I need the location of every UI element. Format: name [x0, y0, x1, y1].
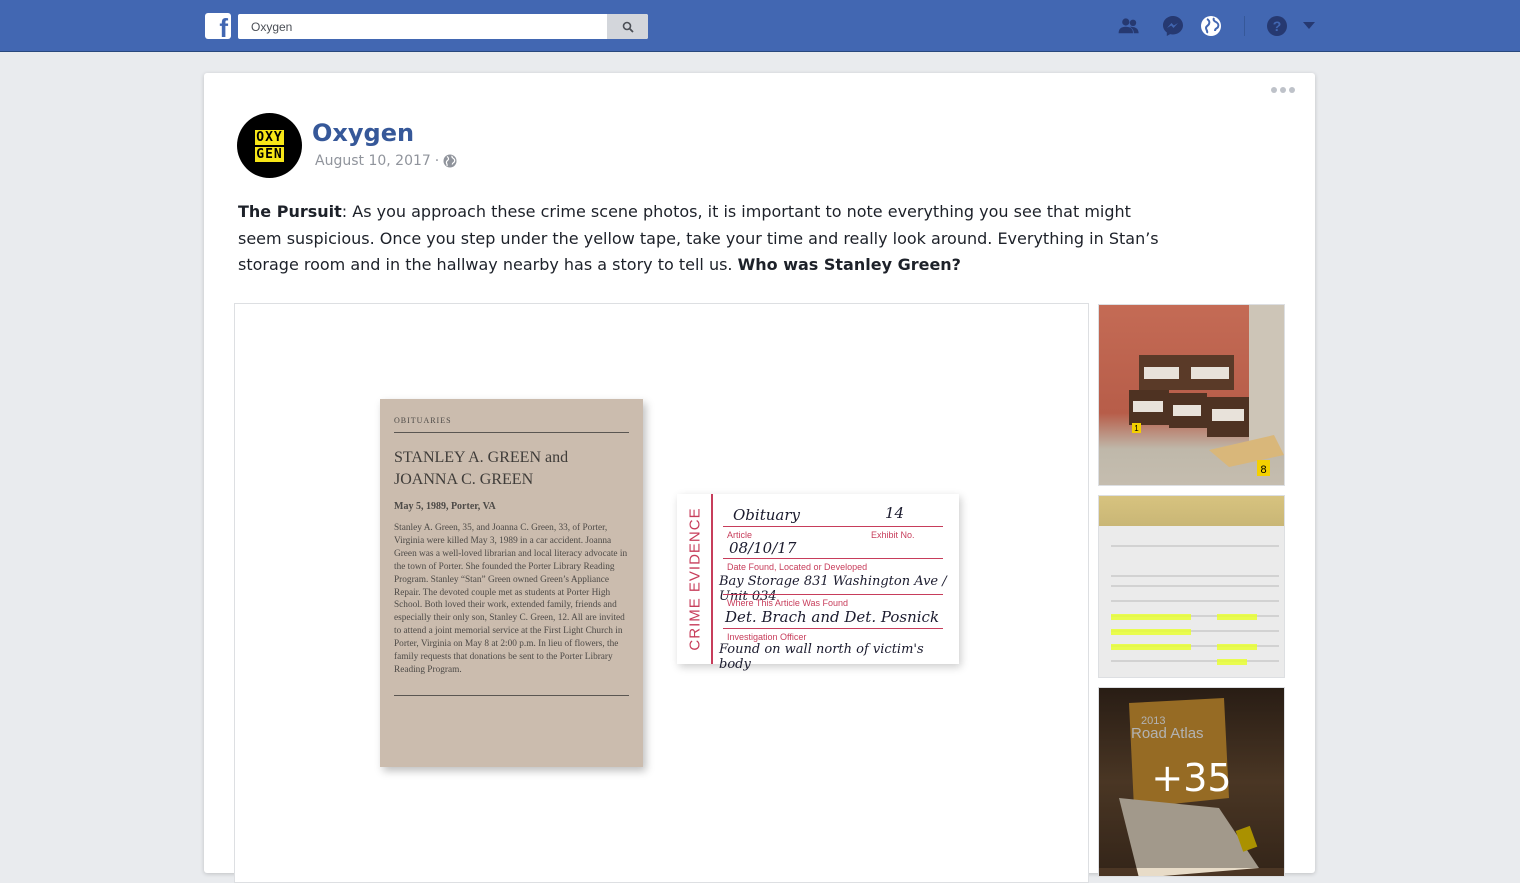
exhibit-label: Exhibit No.	[871, 530, 915, 540]
location-label: Where This Article Was Found	[727, 598, 849, 608]
note-value: Found on wall north of victim's body	[719, 642, 924, 672]
thumbnail-storage-boxes[interactable]: 1 8	[1098, 304, 1285, 486]
officer-label: Investigation Officer	[727, 632, 807, 642]
messenger-icon[interactable]	[1161, 14, 1185, 38]
friends-icon[interactable]	[1117, 14, 1141, 38]
post-body: As you approach these crime scene photos…	[238, 202, 1159, 274]
facebook-logo[interactable]: f	[205, 13, 231, 39]
obituary-headline-2: JOANNA C. GREEN	[394, 471, 534, 488]
meta-separator: ·	[434, 153, 440, 169]
post-lead: The Pursuit	[238, 202, 342, 221]
obituary-clipping: OBITUARIES STANLEY A. GREEN and JOANNA C.…	[380, 399, 643, 767]
post-options-button[interactable]	[1271, 87, 1295, 93]
evidence-report-image	[1099, 526, 1284, 677]
search-button[interactable]	[607, 14, 648, 39]
page-avatar[interactable]: OXY GEN	[237, 113, 302, 178]
post-card: OXY GEN Oxygen August 10, 2017 · The Pur…	[204, 73, 1315, 883]
search-input[interactable]	[238, 14, 607, 39]
search-box	[238, 14, 648, 39]
public-globe-icon	[443, 154, 457, 168]
post-date[interactable]: August 10, 2017	[315, 153, 431, 169]
globe-icon[interactable]	[1199, 14, 1223, 38]
svg-text:?: ?	[1273, 18, 1282, 34]
article-value: Obituary	[733, 506, 800, 524]
date-found-label: Date Found, Located or Developed	[727, 562, 868, 572]
caret-down-icon[interactable]	[1297, 14, 1321, 38]
obituary-body: Stanley A. Green, 35, and Joanna C. Gree…	[394, 523, 628, 675]
evidence-marker-1: 1	[1134, 424, 1139, 433]
post-question: Who was Stanley Green?	[737, 255, 961, 274]
search-icon	[622, 21, 634, 33]
more-photos-overlay[interactable]: +35	[1099, 688, 1284, 868]
post-message: The Pursuit: As you approach these crime…	[238, 202, 1159, 274]
thumbnail-road-atlas[interactable]: Road Atlas 2013 +35	[1098, 687, 1285, 877]
officer-value: Det. Brach and Det. Posnick	[725, 608, 940, 626]
newspaper-section: OBITUARIES	[394, 416, 452, 425]
top-navigation-bar: f ?	[0, 0, 1520, 52]
post-meta: August 10, 2017 ·	[315, 153, 457, 169]
page-name-link[interactable]: Oxygen	[312, 119, 414, 147]
help-icon[interactable]: ?	[1265, 14, 1289, 38]
storage-boxes-image: 1 8	[1129, 305, 1284, 476]
thumbnail-evidence-report[interactable]	[1098, 495, 1285, 678]
main-photo[interactable]: OBITUARIES STANLEY A. GREEN and JOANNA C.…	[234, 303, 1089, 883]
topbar-divider	[1244, 16, 1245, 36]
evidence-tag-title: CRIME EVIDENCE	[686, 507, 704, 651]
obituary-headline-1: STANLEY A. GREEN and	[394, 449, 569, 466]
exhibit-value: 14	[885, 504, 905, 522]
obituary-dateline: May 5, 1989, Porter, VA	[394, 501, 496, 512]
date-found-value: 08/10/17	[729, 539, 797, 557]
evidence-tag: CRIME EVIDENCE Obituary 14 Article Exhib…	[677, 494, 959, 672]
evidence-marker-8: 8	[1260, 464, 1266, 476]
